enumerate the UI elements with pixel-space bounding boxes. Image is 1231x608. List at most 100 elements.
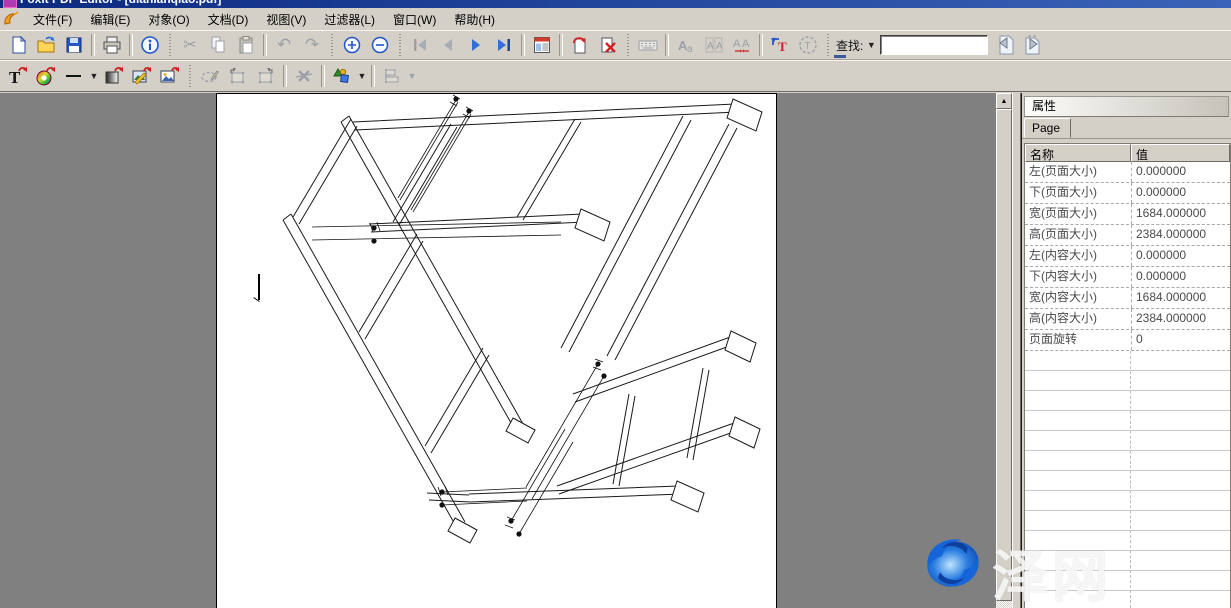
align-dropdown[interactable]: ▼ <box>406 65 418 87</box>
title-bar: Foxit PDF Editor - [dianlanqiao.pdf] <box>0 0 1231 8</box>
add-shape-button[interactable] <box>100 62 128 90</box>
shapes-button[interactable] <box>328 62 356 90</box>
properties-grid: 名称 值 左(页面大小)0.000000 下(页面大小)0.000000 宽(页… <box>1024 143 1231 608</box>
zoom-in-button[interactable] <box>338 31 366 59</box>
tab-page[interactable]: Page <box>1024 118 1071 138</box>
main-toolbar: ✂ ↶ ↷ Aa AA AA T T 查找: ▼ <box>0 30 1231 60</box>
property-row[interactable]: 宽(内容大小)1684.000000 <box>1025 288 1230 309</box>
menu-file[interactable]: 文件(F) <box>24 9 81 30</box>
add-image-button[interactable] <box>156 62 184 90</box>
new-button[interactable] <box>4 31 32 59</box>
add-color-button[interactable] <box>32 62 60 90</box>
menu-view[interactable]: 视图(V) <box>257 9 315 30</box>
edit-image-button[interactable] <box>128 62 156 90</box>
property-row[interactable]: 下(内容大小)0.000000 <box>1025 267 1230 288</box>
menu-window[interactable]: 窗口(W) <box>384 9 445 30</box>
toolbar-separator <box>521 34 525 56</box>
shapes-dropdown[interactable]: ▼ <box>356 65 368 87</box>
line-style-button[interactable] <box>60 62 88 90</box>
kerning-pair-button[interactable]: AA <box>700 31 728 59</box>
page-layout-button[interactable] <box>528 31 556 59</box>
svg-text:T: T <box>778 39 787 54</box>
transform-back-button[interactable] <box>224 62 252 90</box>
property-row[interactable]: 页面旋转0 <box>1025 330 1230 351</box>
find-label: 查找: <box>836 37 863 54</box>
menu-document[interactable]: 文档(D) <box>199 9 258 30</box>
insert-text-button[interactable]: T <box>766 31 794 59</box>
svg-text:A: A <box>742 38 750 50</box>
toolbar-grip[interactable] <box>330 34 334 56</box>
swirl-logo-icon <box>916 526 990 600</box>
svg-text:A: A <box>707 41 714 52</box>
cad-drawing <box>217 94 776 608</box>
svg-text:a: a <box>687 44 693 55</box>
find-options-dropdown[interactable]: ▼ <box>865 34 877 56</box>
panel-tab-row: Page <box>1022 117 1231 139</box>
align-button[interactable] <box>378 62 406 90</box>
save-button[interactable] <box>60 31 88 59</box>
find-previous-button[interactable] <box>991 31 1019 59</box>
add-text-button[interactable]: T <box>4 62 32 90</box>
toolbar-grip[interactable] <box>188 65 192 87</box>
print-button[interactable] <box>98 31 126 59</box>
svg-text:A: A <box>716 41 723 52</box>
document-info-button[interactable] <box>136 31 164 59</box>
toolbar-separator <box>759 34 763 56</box>
property-row[interactable]: 下(页面大小)0.000000 <box>1025 183 1230 204</box>
property-row[interactable]: 高(内容大小)2384.000000 <box>1025 309 1230 330</box>
next-page-button[interactable] <box>462 31 490 59</box>
toolbar-grip[interactable] <box>168 34 172 56</box>
toolbar-separator <box>371 65 375 87</box>
rotate-page-button[interactable] <box>566 31 594 59</box>
find-input[interactable] <box>880 35 988 55</box>
kerning-adjust-button[interactable]: AA <box>728 31 756 59</box>
property-row[interactable]: 宽(页面大小)1684.000000 <box>1025 204 1230 225</box>
menu-edit[interactable]: 编辑(E) <box>81 9 139 30</box>
lasso-edit-button[interactable] <box>196 62 224 90</box>
toolbar-grip[interactable] <box>626 34 630 56</box>
menu-object[interactable]: 对象(O) <box>139 9 198 30</box>
toolbar-grip[interactable] <box>826 34 830 56</box>
scroll-up-button[interactable]: ▲ <box>996 93 1012 109</box>
find-next-button[interactable] <box>1019 31 1047 59</box>
delete-page-button[interactable] <box>594 31 622 59</box>
vertical-scrollbar[interactable]: ▲ <box>996 93 1012 608</box>
window-title: Foxit PDF Editor - [dianlanqiao.pdf] <box>20 0 221 6</box>
delete-object-button[interactable] <box>290 62 318 90</box>
property-row[interactable]: 左(页面大小)0.000000 <box>1025 162 1230 183</box>
panel-splitter[interactable] <box>1012 93 1021 608</box>
open-button[interactable] <box>32 31 60 59</box>
scrollbar-thumb[interactable] <box>996 109 1012 601</box>
column-header-name[interactable]: 名称 <box>1025 144 1131 162</box>
cut-button[interactable]: ✂ <box>176 31 204 59</box>
toolbar-grip[interactable] <box>398 34 402 56</box>
toolbar-separator <box>283 65 287 87</box>
properties-panel: 属性 Page 名称 值 左(页面大小)0.000000 下(页面大小)0.00… <box>1021 93 1231 608</box>
first-page-button[interactable] <box>406 31 434 59</box>
copy-button[interactable] <box>204 31 232 59</box>
menu-help[interactable]: 帮助(H) <box>445 9 504 30</box>
line-style-dropdown[interactable]: ▼ <box>88 65 100 87</box>
document-page[interactable] <box>216 93 777 608</box>
keyboard-button[interactable] <box>634 31 662 59</box>
property-row[interactable]: 高(页面大小)2384.000000 <box>1025 225 1230 246</box>
previous-page-button[interactable] <box>434 31 462 59</box>
undo-button[interactable]: ↶ <box>270 31 298 59</box>
grid-header: 名称 值 <box>1025 144 1230 162</box>
toolbar-separator <box>129 34 133 56</box>
property-row[interactable]: 左(内容大小)0.000000 <box>1025 246 1230 267</box>
app-window: Foxit PDF Editor - [dianlanqiao.pdf] 文件(… <box>0 0 1231 608</box>
transform-forward-button[interactable] <box>252 62 280 90</box>
font-replace-button[interactable]: Aa <box>672 31 700 59</box>
column-header-value[interactable]: 值 <box>1131 144 1230 162</box>
grid-empty-rows <box>1025 351 1230 608</box>
svg-text:T: T <box>805 41 811 52</box>
paste-button[interactable] <box>232 31 260 59</box>
panel-title: 属性 <box>1024 96 1229 117</box>
text-attributes-button[interactable]: T <box>794 31 822 59</box>
redo-button[interactable]: ↷ <box>298 31 326 59</box>
last-page-button[interactable] <box>490 31 518 59</box>
zoom-out-button[interactable] <box>366 31 394 59</box>
app-icon <box>3 0 17 8</box>
menu-filter[interactable]: 过滤器(L) <box>315 9 384 30</box>
